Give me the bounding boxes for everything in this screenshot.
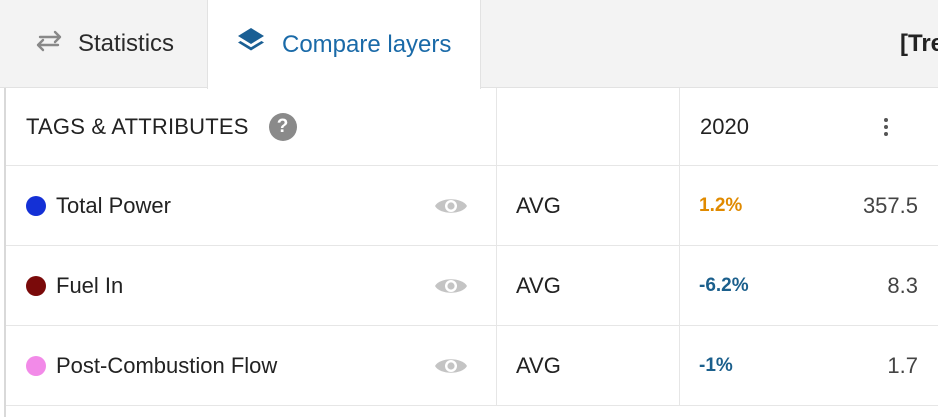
aggregation-label: AVG bbox=[516, 352, 561, 378]
tags-attributes-heading: TAGS & ATTRIBUTES ? bbox=[26, 88, 297, 165]
tag-name: Total Power bbox=[56, 192, 171, 218]
series-color-dot bbox=[26, 195, 46, 216]
tab-statistics-label: Statistics bbox=[78, 30, 175, 57]
series-color-dot bbox=[26, 275, 46, 296]
change-percent: -1% bbox=[699, 354, 733, 376]
table-row: Post-Combustion Flow AVG -1% 1.7 bbox=[6, 326, 938, 406]
tag-name-cell: Total Power bbox=[26, 166, 171, 245]
tag-name-cell: Post-Combustion Flow bbox=[26, 326, 277, 405]
tag-value: 357.5 bbox=[862, 192, 918, 218]
more-vertical-icon[interactable] bbox=[874, 88, 898, 165]
eye-icon[interactable] bbox=[434, 246, 468, 325]
aggregation-label: AVG bbox=[516, 272, 561, 298]
aggregation-label: AVG bbox=[516, 192, 561, 218]
layers-icon bbox=[236, 26, 266, 63]
change-percent: 1.2% bbox=[699, 194, 743, 216]
eye-icon[interactable] bbox=[434, 166, 468, 245]
table-row: Total Power AVG 1.2% 357.5 bbox=[6, 166, 938, 246]
tag-name-cell: Fuel In bbox=[26, 246, 123, 325]
tag-name: Post-Combustion Flow bbox=[56, 352, 278, 378]
tab-compare-layers[interactable]: Compare layers bbox=[207, 0, 481, 89]
change-percent: -6.2% bbox=[699, 274, 749, 296]
tag-value: 1.7 bbox=[887, 352, 918, 378]
heading-text: TAGS & ATTRIBUTES bbox=[26, 113, 249, 139]
swap-arrows-icon bbox=[34, 30, 64, 59]
table-row: Fuel In AVG -6.2% 8.3 bbox=[6, 246, 938, 326]
tab-compare-layers-label: Compare layers bbox=[282, 30, 452, 58]
tab-bar: Statistics Compare layers [Tre bbox=[0, 0, 938, 89]
eye-icon[interactable] bbox=[434, 326, 468, 405]
help-icon[interactable]: ? bbox=[268, 112, 297, 141]
tab-statistics[interactable]: Statistics bbox=[0, 0, 207, 88]
tag-name: Fuel In bbox=[56, 272, 124, 298]
truncated-tab-label[interactable]: [Tre bbox=[900, 0, 938, 88]
year-column-header: 2020 bbox=[700, 113, 749, 139]
tags-table: TAGS & ATTRIBUTES ? 2020 Total Power AVG… bbox=[4, 88, 938, 417]
series-color-dot bbox=[26, 355, 46, 376]
table-header-row: TAGS & ATTRIBUTES ? 2020 bbox=[6, 88, 938, 166]
tag-value: 8.3 bbox=[887, 272, 918, 298]
